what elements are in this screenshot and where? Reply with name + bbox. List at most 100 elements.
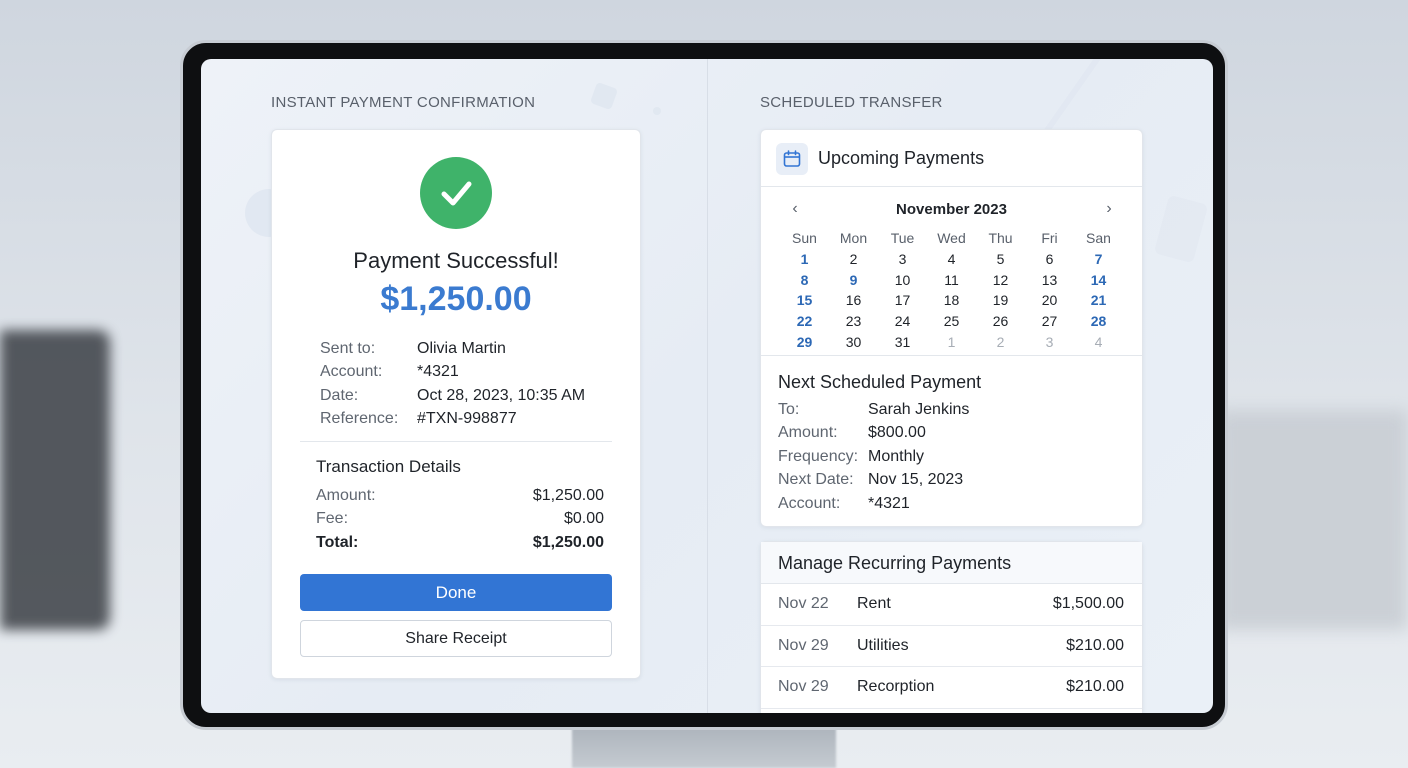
background-desk-blur bbox=[1218, 410, 1408, 630]
decor-shape bbox=[589, 81, 619, 111]
calendar-day[interactable]: 3 bbox=[878, 251, 927, 267]
info-label: Account: bbox=[320, 363, 383, 381]
manage-recurring-card: Manage Recurring Payments Nov 22 Rent $1… bbox=[760, 541, 1143, 713]
next-value: *4321 bbox=[868, 494, 910, 512]
calendar-week-row: 22 23 24 25 26 27 28 bbox=[780, 311, 1123, 332]
decor-dot bbox=[653, 107, 661, 115]
calendar-day[interactable]: 10 bbox=[878, 272, 927, 288]
monitor-stand bbox=[572, 728, 836, 768]
detail-label: Amount: bbox=[316, 486, 376, 504]
detail-label: Total: bbox=[316, 533, 359, 551]
detail-value: $1,250.00 bbox=[532, 533, 604, 551]
section-title-scheduled-transfer: SCHEDULED TRANSFER bbox=[760, 94, 943, 111]
calendar-day[interactable]: 8 bbox=[780, 272, 829, 288]
recurring-date: Nov 22 bbox=[778, 595, 829, 613]
recurring-row[interactable]: Nov 29 Recorption $210.00 bbox=[761, 667, 1142, 709]
next-row-amount: Amount: $800.00 bbox=[778, 422, 1118, 446]
recurring-name: Rent bbox=[857, 595, 891, 613]
calendar-day[interactable]: 30 bbox=[829, 334, 878, 350]
share-receipt-button[interactable]: Share Receipt bbox=[300, 620, 612, 657]
calendar-day[interactable]: 19 bbox=[976, 292, 1025, 308]
next-label: To: bbox=[778, 400, 800, 418]
calendar-day[interactable]: 21 bbox=[1074, 292, 1123, 308]
calendar-day[interactable]: 14 bbox=[1074, 272, 1123, 288]
calendar-week-row: 8 9 10 11 12 13 14 bbox=[780, 269, 1123, 290]
calendar-weekday-row: Sun Mon Tue Wed Thu Fri San bbox=[780, 228, 1123, 249]
calendar-day[interactable]: 13 bbox=[1025, 272, 1074, 288]
panel-divider bbox=[707, 59, 708, 713]
calendar-day[interactable]: 1 bbox=[780, 251, 829, 267]
info-value: #TXN-998877 bbox=[417, 410, 517, 428]
info-value: Oct 28, 2023, 10:35 AM bbox=[417, 386, 586, 404]
calendar-day[interactable]: 5 bbox=[976, 251, 1025, 267]
calendar-day[interactable]: 20 bbox=[1025, 292, 1074, 308]
detail-label: Fee: bbox=[316, 510, 349, 528]
calendar-day[interactable]: 16 bbox=[829, 292, 878, 308]
calendar-day[interactable]: 31 bbox=[878, 334, 927, 350]
next-value: Nov 15, 2023 bbox=[868, 471, 964, 489]
calendar-month: November 2023 bbox=[896, 201, 1007, 218]
recurring-name: Recorption bbox=[857, 678, 935, 696]
calendar-day[interactable]: 26 bbox=[976, 313, 1025, 329]
info-row-date: Date: Oct 28, 2023, 10:35 AM bbox=[320, 384, 610, 408]
calendar-day[interactable]: 4 bbox=[1074, 334, 1123, 350]
calendar-day[interactable]: 23 bbox=[829, 313, 878, 329]
calendar-day[interactable]: 29 bbox=[780, 334, 829, 350]
calendar-day[interactable]: 2 bbox=[829, 251, 878, 267]
calendar-weekday: Tue bbox=[890, 230, 915, 247]
payment-info: Sent to: Olivia Martin Account: *4321 Da… bbox=[320, 337, 610, 431]
recurring-row[interactable]: Nov 22 Rent $1,500.00 bbox=[761, 584, 1142, 626]
calendar-grid: Sun Mon Tue Wed Thu Fri San 1 2 3 4 5 6 7 8 9 10 11 12 13 14… bbox=[780, 228, 1123, 352]
calendar-week-row: 1234567 bbox=[780, 249, 1123, 270]
calendar-day[interactable]: 2 bbox=[976, 334, 1025, 350]
calendar-day[interactable]: 22 bbox=[780, 313, 829, 329]
calendar-day[interactable]: 15 bbox=[780, 292, 829, 308]
section-title-instant-payment: INSTANT PAYMENT CONFIRMATION bbox=[271, 94, 536, 111]
calendar-weekday: Fri bbox=[1041, 230, 1058, 247]
upcoming-payments-card: Upcoming Payments ‹ November 2023 › Sun M… bbox=[760, 129, 1143, 527]
next-label: Account: bbox=[778, 494, 841, 512]
info-row-reference: Reference: #TXN-998877 bbox=[320, 408, 610, 432]
calendar-day[interactable]: 11 bbox=[927, 272, 976, 288]
calendar-day[interactable]: 4 bbox=[927, 251, 976, 267]
background-laptop-blur bbox=[0, 330, 110, 630]
info-row-sent-to: Sent to: Olivia Martin bbox=[320, 337, 610, 361]
info-value: Olivia Martin bbox=[417, 339, 506, 357]
divider bbox=[761, 355, 1142, 356]
calendar-day[interactable]: 28 bbox=[1074, 313, 1123, 329]
calendar-day[interactable]: 17 bbox=[878, 292, 927, 308]
next-payment-info: To: Sarah Jenkins Amount: $800.00 Freque… bbox=[778, 398, 1118, 516]
calendar-day[interactable]: 9 bbox=[829, 272, 878, 288]
calendar-week-row: 29 30 31 1 2 3 4 bbox=[780, 331, 1123, 352]
calendar-day[interactable]: 6 bbox=[1025, 251, 1074, 267]
upcoming-header: Upcoming Payments bbox=[761, 130, 1142, 187]
calendar-day[interactable]: 24 bbox=[878, 313, 927, 329]
recurring-date: Nov 29 bbox=[778, 678, 829, 696]
chevron-right-icon[interactable]: › bbox=[1099, 200, 1119, 218]
calendar-day[interactable]: 3 bbox=[1025, 334, 1074, 350]
calendar-icon bbox=[776, 143, 808, 175]
recurring-date: Nov 29 bbox=[778, 636, 829, 654]
transaction-details-title: Transaction Details bbox=[316, 457, 461, 476]
calendar-day[interactable]: 12 bbox=[976, 272, 1025, 288]
calendar-day[interactable]: 18 bbox=[927, 292, 976, 308]
screen: INSTANT PAYMENT CONFIRMATION Payment Suc… bbox=[201, 59, 1213, 713]
divider bbox=[300, 441, 612, 442]
next-label: Frequency: bbox=[778, 447, 859, 465]
manage-recurring-title: Manage Recurring Payments bbox=[761, 542, 1142, 584]
recurring-amount: $1,500.00 bbox=[1052, 595, 1124, 613]
detail-row-total: Total: $1,250.00 bbox=[316, 531, 604, 555]
done-button[interactable]: Done bbox=[300, 574, 612, 611]
next-row-date: Next Date: Nov 15, 2023 bbox=[778, 469, 1118, 493]
calendar-day[interactable]: 1 bbox=[927, 334, 976, 350]
payment-amount: $1,250.00 bbox=[380, 280, 532, 318]
next-label: Amount: bbox=[778, 424, 838, 442]
detail-value: $1,250.00 bbox=[532, 486, 604, 504]
calendar-day[interactable]: 7 bbox=[1074, 251, 1123, 267]
recurring-row[interactable]: Nov 29 Utilities $210.00 bbox=[761, 626, 1142, 667]
calendar-day[interactable]: 25 bbox=[927, 313, 976, 329]
info-label: Date: bbox=[320, 386, 359, 404]
calendar-day[interactable]: 27 bbox=[1025, 313, 1074, 329]
calendar-weekday: Wed bbox=[937, 230, 966, 247]
monitor-frame: INSTANT PAYMENT CONFIRMATION Payment Suc… bbox=[180, 40, 1228, 730]
